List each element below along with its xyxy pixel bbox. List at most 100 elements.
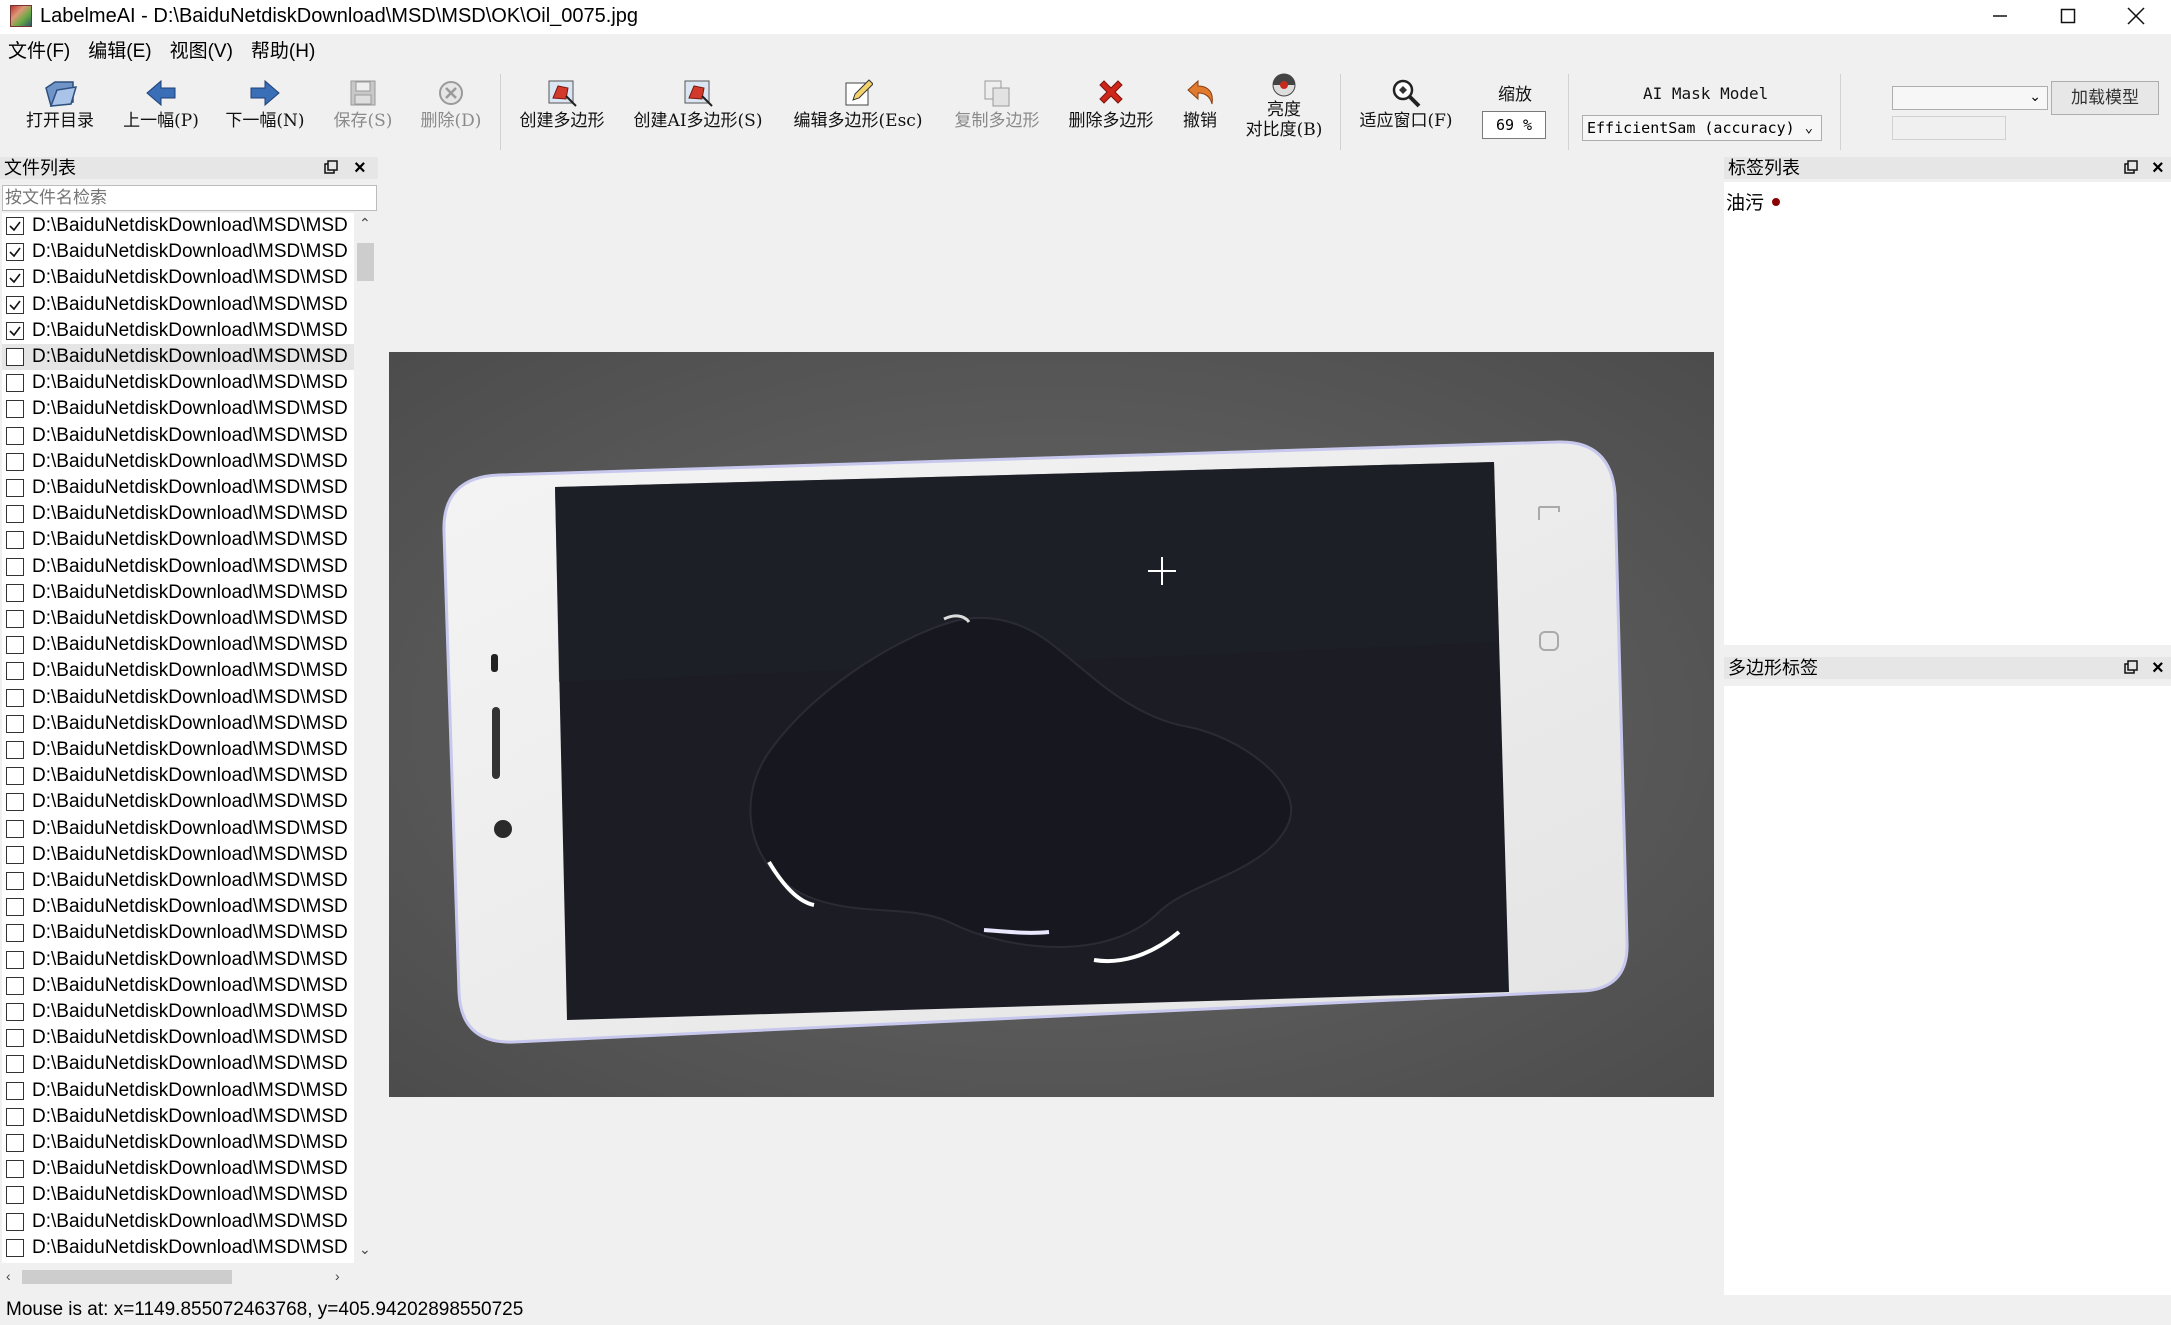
checkbox-checked-icon[interactable] (6, 243, 24, 261)
menu-edit[interactable]: 编辑(E) (80, 38, 159, 66)
load-model-button[interactable]: 加载模型 (2051, 81, 2159, 115)
checkbox-icon[interactable] (6, 1108, 24, 1126)
checkbox-icon[interactable] (6, 1055, 24, 1073)
checkbox-icon[interactable] (6, 715, 24, 733)
scroll-up-icon[interactable]: ⌃ (359, 215, 371, 232)
checkbox-icon[interactable] (6, 1003, 24, 1021)
scroll-left-icon[interactable]: ‹ (6, 1268, 11, 1284)
checkbox-icon[interactable] (6, 741, 24, 759)
file-list-item[interactable]: D:\BaiduNetdiskDownload\MSD\MSD (2, 1182, 354, 1208)
file-list-item[interactable]: D:\BaiduNetdiskDownload\MSD\MSD (2, 1051, 354, 1077)
menu-help[interactable]: 帮助(H) (243, 38, 323, 66)
scroll-down-icon[interactable]: ⌄ (359, 1241, 371, 1258)
file-list-item[interactable]: D:\BaiduNetdiskDownload\MSD\MSD (2, 1235, 354, 1261)
checkbox-icon[interactable] (6, 977, 24, 995)
edit-polygon-button[interactable]: 编辑多边形(Esc) (790, 76, 926, 148)
checkbox-checked-icon[interactable] (6, 217, 24, 235)
checkbox-icon[interactable] (6, 1160, 24, 1178)
checkbox-icon[interactable] (6, 427, 24, 445)
checkbox-icon[interactable] (6, 453, 24, 471)
file-search-input[interactable] (2, 185, 377, 211)
checkbox-icon[interactable] (6, 793, 24, 811)
open-dir-button[interactable]: 打开目录 (20, 76, 100, 148)
file-list-item[interactable]: D:\BaiduNetdiskDownload\MSD\MSD (2, 265, 354, 291)
file-list-item[interactable]: D:\BaiduNetdiskDownload\MSD\MSD (2, 423, 354, 449)
checkbox-icon[interactable] (6, 584, 24, 602)
brightness-contrast-button[interactable]: 亮度 对比度(B) (1240, 70, 1328, 142)
file-list-item[interactable]: D:\BaiduNetdiskDownload\MSD\MSD (2, 763, 354, 789)
file-list-item[interactable]: D:\BaiduNetdiskDownload\MSD\MSD (2, 1209, 354, 1235)
file-list-item[interactable]: D:\BaiduNetdiskDownload\MSD\MSD (2, 370, 354, 396)
save-button[interactable]: 保存(S) (328, 76, 398, 148)
image-canvas[interactable] (389, 352, 1714, 1097)
close-icon[interactable]: × (2152, 657, 2164, 679)
file-list-item[interactable]: D:\BaiduNetdiskDownload\MSD\MSD (2, 580, 354, 606)
scrollbar-thumb[interactable] (357, 243, 374, 281)
scrollbar-thumb[interactable] (22, 1270, 232, 1284)
file-list-item[interactable]: D:\BaiduNetdiskDownload\MSD\MSD (2, 396, 354, 422)
checkbox-icon[interactable] (6, 400, 24, 418)
prev-image-button[interactable]: 上一幅(P) (118, 76, 204, 148)
checkbox-icon[interactable] (6, 846, 24, 864)
file-list-item[interactable]: D:\BaiduNetdiskDownload\MSD\MSD (2, 475, 354, 501)
float-icon[interactable] (2124, 660, 2138, 674)
checkbox-checked-icon[interactable] (6, 269, 24, 287)
file-list-item[interactable]: D:\BaiduNetdiskDownload\MSD\MSD (2, 973, 354, 999)
checkbox-icon[interactable] (6, 872, 24, 890)
file-list-item[interactable]: D:\BaiduNetdiskDownload\MSD\MSD (2, 606, 354, 632)
file-list-item[interactable]: D:\BaiduNetdiskDownload\MSD\MSD (2, 213, 354, 239)
checkbox-icon[interactable] (6, 1186, 24, 1204)
checkbox-icon[interactable] (6, 348, 24, 366)
checkbox-icon[interactable] (6, 820, 24, 838)
checkbox-icon[interactable] (6, 610, 24, 628)
file-list-item[interactable]: D:\BaiduNetdiskDownload\MSD\MSD (2, 894, 354, 920)
file-list-item[interactable]: D:\BaiduNetdiskDownload\MSD\MSD (2, 816, 354, 842)
label-item[interactable]: 油污 (1726, 188, 1781, 215)
file-list-item[interactable]: D:\BaiduNetdiskDownload\MSD\MSD (2, 1025, 354, 1051)
zoom-spinbox[interactable]: 69 % (1482, 111, 1546, 139)
close-icon[interactable]: × (354, 157, 366, 179)
copy-polygon-button[interactable]: 复制多边形 (950, 76, 1044, 148)
checkbox-icon[interactable] (6, 924, 24, 942)
checkbox-icon[interactable] (6, 1239, 24, 1257)
checkbox-icon[interactable] (6, 951, 24, 969)
file-list-item[interactable]: D:\BaiduNetdiskDownload\MSD\MSD (2, 920, 354, 946)
checkbox-icon[interactable] (6, 1029, 24, 1047)
float-icon[interactable] (2124, 160, 2138, 174)
file-list-item[interactable]: D:\BaiduNetdiskDownload\MSD\MSD (2, 501, 354, 527)
file-list-item[interactable]: D:\BaiduNetdiskDownload\MSD\MSD (2, 868, 354, 894)
file-list-item[interactable]: D:\BaiduNetdiskDownload\MSD\MSD (2, 842, 354, 868)
undo-button[interactable]: 撤销 (1176, 76, 1224, 148)
checkbox-icon[interactable] (6, 636, 24, 654)
delete-file-button[interactable]: 删除(D) (416, 76, 486, 148)
file-list-item[interactable]: D:\BaiduNetdiskDownload\MSD\MSD (2, 658, 354, 684)
checkbox-icon[interactable] (6, 767, 24, 785)
file-list-item[interactable]: D:\BaiduNetdiskDownload\MSD\MSD (2, 239, 354, 265)
checkbox-icon[interactable] (6, 1134, 24, 1152)
file-list-hscrollbar[interactable]: ‹ › (2, 1266, 352, 1288)
maximize-button[interactable] (2034, 0, 2102, 32)
file-list-item[interactable]: D:\BaiduNetdiskDownload\MSD\MSD (2, 1078, 354, 1104)
checkbox-icon[interactable] (6, 1082, 24, 1100)
file-list-item[interactable]: D:\BaiduNetdiskDownload\MSD\MSD (2, 554, 354, 580)
close-window-button[interactable] (2102, 0, 2170, 32)
checkbox-checked-icon[interactable] (6, 322, 24, 340)
file-list-item[interactable]: D:\BaiduNetdiskDownload\MSD\MSD (2, 685, 354, 711)
checkbox-icon[interactable] (6, 531, 24, 549)
file-list-item[interactable]: D:\BaiduNetdiskDownload\MSD\MSD (2, 1261, 354, 1263)
file-list-item[interactable]: D:\BaiduNetdiskDownload\MSD\MSD (2, 344, 354, 370)
checkbox-icon[interactable] (6, 558, 24, 576)
file-list-item[interactable]: D:\BaiduNetdiskDownload\MSD\MSD (2, 1130, 354, 1156)
checkbox-icon[interactable] (6, 689, 24, 707)
file-list-item[interactable]: D:\BaiduNetdiskDownload\MSD\MSD (2, 292, 354, 318)
minimize-button[interactable] (1966, 0, 2034, 32)
file-list-item[interactable]: D:\BaiduNetdiskDownload\MSD\MSD (2, 999, 354, 1025)
close-icon[interactable]: × (2152, 157, 2164, 179)
checkbox-icon[interactable] (6, 898, 24, 916)
file-list-item[interactable]: D:\BaiduNetdiskDownload\MSD\MSD (2, 632, 354, 658)
file-list-item[interactable]: D:\BaiduNetdiskDownload\MSD\MSD (2, 1156, 354, 1182)
file-list-item[interactable]: D:\BaiduNetdiskDownload\MSD\MSD (2, 789, 354, 815)
fit-window-button[interactable]: 适应窗口(F) (1352, 76, 1460, 148)
checkbox-icon[interactable] (6, 374, 24, 392)
file-list-item[interactable]: D:\BaiduNetdiskDownload\MSD\MSD (2, 947, 354, 973)
